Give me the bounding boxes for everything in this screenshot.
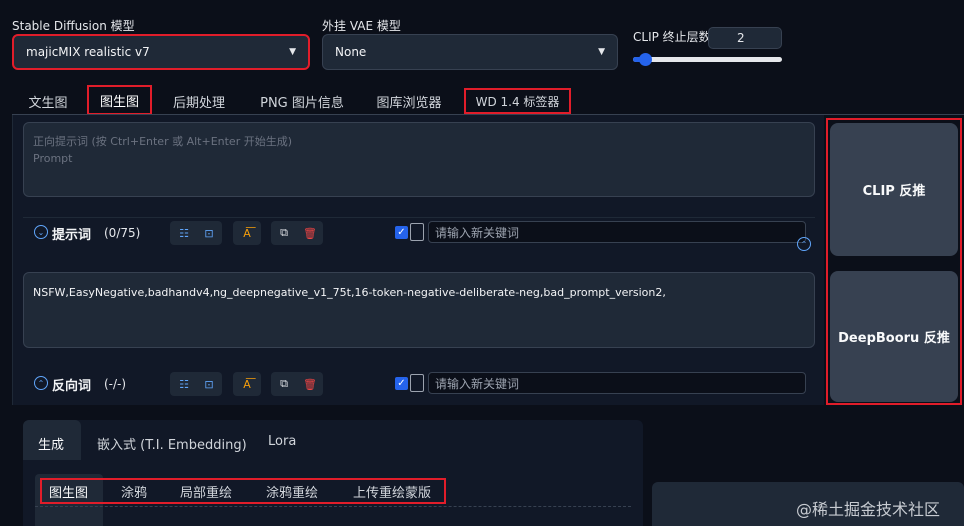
- chevron-up-icon[interactable]: ⌃: [34, 376, 48, 390]
- tab-image-browser[interactable]: 图库浏览器: [364, 88, 454, 114]
- vae-dropdown[interactable]: None ▼: [322, 34, 618, 70]
- prompt-toggle-label[interactable]: 提示词: [52, 224, 91, 243]
- tab-png-info[interactable]: PNG 图片信息: [250, 88, 354, 114]
- clip-skip-slider-track[interactable]: [633, 57, 782, 62]
- prompt-textarea[interactable]: 正向提示词 (按 Ctrl+Enter 或 Alt+Enter 开始生成) Pr…: [23, 122, 815, 197]
- trash-icon[interactable]: 🗑: [299, 373, 321, 395]
- mode-tab-inpaint[interactable]: 局部重绘: [180, 482, 232, 501]
- clip-skip-label: CLIP 终止层数: [633, 30, 711, 44]
- vae-value: None: [335, 45, 367, 59]
- checkpoint-dropdown[interactable]: majicMIX realistic v7 ▼: [12, 34, 310, 70]
- checkpoint-label: Stable Diffusion 模型: [12, 19, 135, 33]
- watermark: @稀土掘金技术社区: [796, 500, 941, 519]
- tab-embedding[interactable]: 嵌入式 (T.I. Embedding): [97, 434, 247, 453]
- clip-skip-input[interactable]: 2: [708, 27, 782, 49]
- text-cursor-icon: [410, 223, 424, 241]
- mode-tab-inpaint-upload[interactable]: 上传重绘蒙版: [353, 482, 431, 501]
- chevron-down-icon: ▼: [289, 47, 296, 57]
- tab-generate[interactable]: 生成: [38, 434, 64, 453]
- negative-token-count: (-/-): [104, 377, 127, 391]
- keyword-checkbox[interactable]: ✓: [395, 226, 408, 239]
- mode-tab-sketch[interactable]: 涂鸦: [121, 482, 147, 501]
- clip-interrogate-button[interactable]: CLIP 反推: [830, 123, 958, 256]
- mode-tab-img2img[interactable]: 图生图: [49, 482, 88, 501]
- prompt-keyword-input[interactable]: 请输入新关键词: [428, 221, 806, 243]
- translate-icon[interactable]: A͞: [236, 373, 258, 395]
- keyword-checkbox[interactable]: ✓: [395, 377, 408, 390]
- tab-lora[interactable]: Lora: [268, 434, 296, 449]
- negative-prompt-textarea[interactable]: NSFW,EasyNegative,badhandv4,ng_deepnegat…: [23, 272, 815, 348]
- prompt-placeholder: 正向提示词 (按 Ctrl+Enter 或 Alt+Enter 开始生成) Pr…: [33, 135, 293, 165]
- negative-prompt-value: NSFW,EasyNegative,badhandv4,ng_deepnegat…: [33, 286, 666, 299]
- clip-skip-slider-handle[interactable]: [638, 53, 652, 66]
- negative-toggle-label[interactable]: 反向词: [52, 375, 91, 394]
- vae-label: 外挂 VAE 模型: [322, 19, 401, 33]
- prompt-token-count: (0/75): [104, 226, 141, 240]
- tab-wd14-tagger[interactable]: WD 1.4 标签器: [464, 88, 571, 114]
- chevron-down-icon[interactable]: ⌄: [34, 225, 48, 239]
- tab-txt2img[interactable]: 文生图: [18, 88, 78, 114]
- mode-tab-inpaint-sketch[interactable]: 涂鸦重绘: [266, 482, 318, 501]
- history-icon[interactable]: ☷: [173, 373, 195, 395]
- tab-img2img[interactable]: 图生图: [87, 85, 152, 115]
- copy-icon[interactable]: ⧉: [273, 222, 295, 244]
- text-cursor-icon: [410, 374, 424, 392]
- bookmark-icon[interactable]: ⊡: [198, 373, 220, 395]
- history-icon[interactable]: ☷: [173, 222, 195, 244]
- tab-extras[interactable]: 后期处理: [162, 88, 236, 114]
- checkpoint-value: majicMIX realistic v7: [26, 45, 150, 59]
- deepbooru-interrogate-button[interactable]: DeepBooru 反推: [830, 271, 958, 402]
- translate-icon[interactable]: A͞: [236, 222, 258, 244]
- image-drop-area[interactable]: [35, 506, 631, 526]
- copy-icon[interactable]: ⧉: [273, 373, 295, 395]
- bookmark-icon[interactable]: ⊡: [198, 222, 220, 244]
- negative-keyword-input[interactable]: 请输入新关键词: [428, 372, 806, 394]
- chevron-down-icon: ▼: [598, 47, 605, 57]
- trash-icon[interactable]: 🗑: [299, 222, 321, 244]
- chevron-up-icon[interactable]: ⌃: [797, 237, 811, 251]
